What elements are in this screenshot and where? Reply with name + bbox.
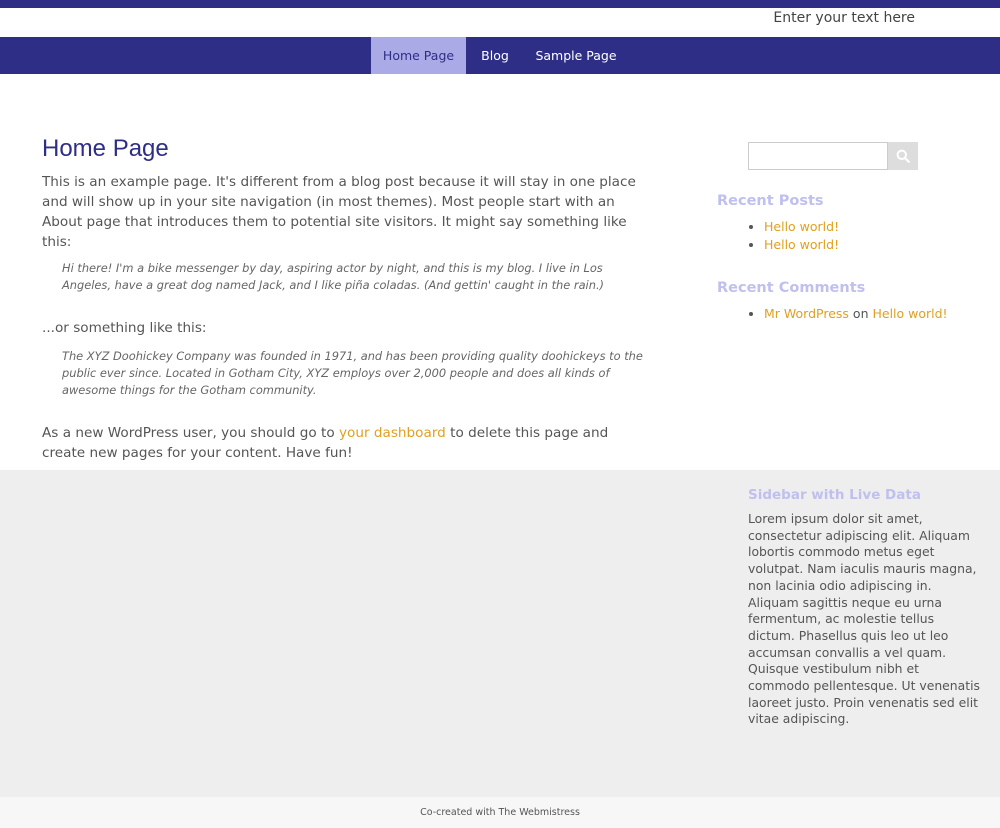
main-navigation: Home Page Blog Sample Page: [0, 37, 1000, 74]
comment-author-link[interactable]: Mr WordPress: [764, 306, 849, 321]
sidebar-live-data-text: Lorem ipsum dolor sit amet, consectetur …: [748, 511, 981, 727]
page-title: Home Page: [42, 135, 169, 162]
recent-post-link[interactable]: Hello world!: [764, 237, 839, 252]
search-icon: [896, 149, 910, 163]
recent-comments-list: Mr WordPress on Hello world!: [750, 305, 948, 323]
main-content: Home Page This is an example page. It's …: [42, 135, 652, 463]
list-item: Hello world!: [764, 218, 839, 236]
blockquote-bike-messenger: Hi there! I'm a bike messenger by day, a…: [62, 261, 605, 292]
search-input[interactable]: [748, 142, 888, 170]
recent-posts-title: Recent Posts: [717, 193, 824, 209]
search-button[interactable]: [888, 142, 918, 170]
nav-item-sample-page[interactable]: Sample Page: [524, 37, 628, 74]
recent-posts-list: Hello world! Hello world!: [750, 218, 839, 254]
recent-post-link[interactable]: Hello world!: [764, 219, 839, 234]
header-tagline: Enter your text here: [773, 10, 915, 26]
top-accent-bar: [0, 0, 1000, 8]
sidebar-live-data-title: Sidebar with Live Data: [748, 487, 921, 503]
recent-comments-title: Recent Comments: [717, 280, 866, 296]
nav-item-blog[interactable]: Blog: [466, 37, 524, 74]
intro-paragraph: This is an example page. It's different …: [42, 174, 636, 250]
outro-paragraph: As a new WordPress user, you should go t…: [42, 423, 652, 463]
or-paragraph: ...or something like this:: [42, 320, 207, 336]
comment-on-text: on: [852, 306, 869, 321]
blockquote-xyz-company: The XYZ Doohickey Company was founded in…: [62, 349, 643, 397]
dashboard-link[interactable]: your dashboard: [339, 425, 446, 441]
site-footer: Co-created with The Webmistress: [0, 797, 1000, 828]
comment-post-link[interactable]: Hello world!: [872, 306, 947, 321]
outro-text-before: As a new WordPress user, you should go t…: [42, 425, 339, 441]
list-item: Mr WordPress on Hello world!: [764, 305, 948, 323]
list-item: Hello world!: [764, 236, 839, 254]
nav-item-home-page[interactable]: Home Page: [371, 37, 466, 74]
